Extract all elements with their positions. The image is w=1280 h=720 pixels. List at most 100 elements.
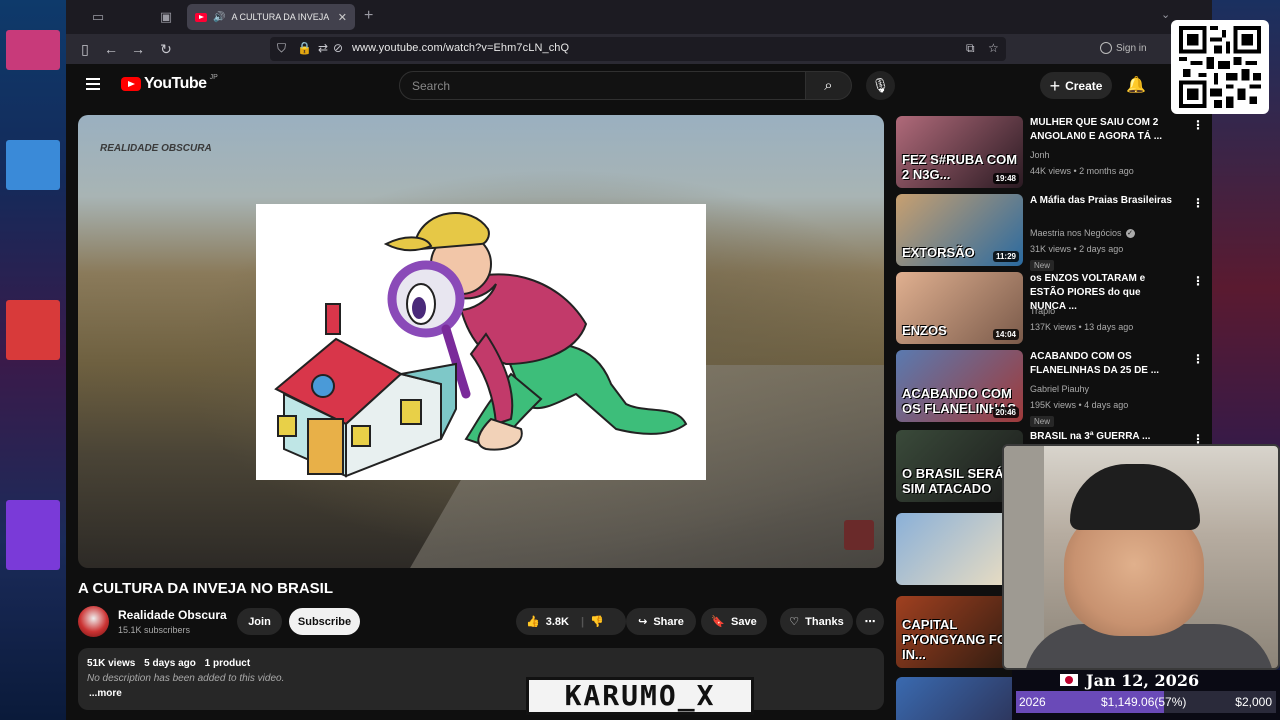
goal-progress-bar: 2026 $1,149.06(57%) $2,000 xyxy=(1016,691,1276,713)
sidebar-toggle-icon[interactable]: ▭ xyxy=(90,9,106,25)
subscriber-count: 15.1K subscribers xyxy=(118,625,191,635)
video-player[interactable]: REALIDADE OBSCURA xyxy=(78,115,884,568)
neon-sign xyxy=(6,500,60,570)
share-button[interactable]: ↪ Share xyxy=(626,608,696,635)
chevron-down-icon[interactable]: ⌄ xyxy=(1161,8,1170,21)
recommendation-thumbnail[interactable]: EXTORSÃO 11:29 xyxy=(896,194,1023,266)
more-options-icon[interactable]: ⋮ xyxy=(1192,274,1204,288)
recommendation-item[interactable]: ACABANDO COM OS FLANELINHAS 20:46 ACABANDO… xyxy=(896,350,1206,427)
recommendation-stats: 137K views • 13 days ago xyxy=(1030,322,1134,332)
save-label: Save xyxy=(731,615,757,628)
tab-overview-icon[interactable]: ▣ xyxy=(158,9,174,25)
recommendation-item[interactable]: ENZOS 14:04 os ENZOS VOLTARAM e ESTÃO PIOR… xyxy=(896,272,1206,344)
recommendation-title[interactable]: BRASIL na 3ª GUERRA ... xyxy=(1030,430,1178,444)
new-badge: New xyxy=(1030,260,1055,271)
account-icon xyxy=(1100,42,1112,54)
recommendation-title[interactable]: A Máfia das Praias Brasileiras xyxy=(1030,194,1178,208)
recommendation-channel[interactable]: Gabriel Piauhy xyxy=(1030,384,1089,394)
stream-background-left xyxy=(0,0,66,720)
channel-name-label: Jonh xyxy=(1030,150,1050,160)
like-count[interactable]: 3.8K xyxy=(546,616,569,628)
permissions-icon[interactable]: ⇄ xyxy=(318,41,328,55)
goal-amount: $1,149.06(57%) xyxy=(1101,695,1187,709)
tab-bar: ▭ ▣ 🔊 A CULTURA DA INVEJA NO BRASIL - Yo… xyxy=(66,0,1212,34)
reload-icon[interactable]: ↻ xyxy=(157,40,175,58)
forward-icon[interactable]: → xyxy=(129,40,147,58)
goal-target: $2,000 xyxy=(1235,695,1272,709)
dislike-icon[interactable]: 👎 xyxy=(590,615,604,628)
more-options-icon[interactable]: ⋮ xyxy=(1192,118,1204,132)
channel-avatar[interactable] xyxy=(78,606,109,637)
youtube-logo[interactable]: YouTube JP xyxy=(121,74,218,93)
speaker-icon[interactable]: 🔊 xyxy=(213,12,225,23)
bookmark-star-icon[interactable]: ☆ xyxy=(988,41,999,55)
recommendation-item[interactable]: FEZ S#RUBA COM 2 N3G... 19:48 MULHER QUE S… xyxy=(896,116,1206,188)
subscribe-button[interactable]: Subscribe xyxy=(289,608,360,635)
thanks-label: Thanks xyxy=(805,615,844,628)
new-tab-icon[interactable]: + xyxy=(364,7,373,25)
recommendation-channel[interactable]: Jonh xyxy=(1030,150,1050,160)
lock-icon[interactable]: 🔒 xyxy=(297,41,312,55)
notifications-icon[interactable]: 🔔 xyxy=(1126,75,1146,95)
recommendation-thumbnail[interactable]: ACABANDO COM OS FLANELINHAS 20:46 xyxy=(896,350,1023,422)
description-meta: 51K views 5 days ago 1 product xyxy=(87,658,256,669)
search-input[interactable]: Search xyxy=(399,71,806,100)
video-illustration xyxy=(256,204,706,480)
video-duration: 19:48 xyxy=(992,173,1019,184)
view-count: 51K views xyxy=(87,658,136,669)
channel-watermark: REALIDADE OBSCURA xyxy=(100,143,212,154)
recommendation-thumbnail[interactable]: APANHOU xyxy=(896,677,1023,720)
sign-in-label: Sign in xyxy=(1116,42,1147,54)
sign-in-button[interactable]: Sign in xyxy=(1100,42,1147,54)
qr-code xyxy=(1171,20,1269,114)
recommendation-thumbnail[interactable]: FEZ S#RUBA COM 2 N3G... 19:48 xyxy=(896,116,1023,188)
recommendation-channel[interactable]: Maestria nos Negócios ✓ xyxy=(1030,228,1135,238)
neon-sign xyxy=(6,300,60,360)
more-actions-button[interactable]: ⋯ xyxy=(856,608,884,635)
recommendation-title[interactable]: MULHER QUE SAIU COM 2 ANGOLAN0 E AGORA T… xyxy=(1030,116,1178,144)
youtube-favicon-icon xyxy=(195,12,207,22)
channel-name-label: Maestria nos Negócios xyxy=(1030,228,1122,238)
upload-age: 5 days ago xyxy=(144,658,196,669)
join-button[interactable]: Join xyxy=(237,608,282,635)
picture-in-picture-icon[interactable]: ⧉ xyxy=(966,41,975,56)
more-options-icon[interactable]: ⋮ xyxy=(1192,352,1204,366)
video-duration: 20:46 xyxy=(992,407,1019,418)
description-box[interactable]: 51K views 5 days ago 1 product No descri… xyxy=(78,648,884,710)
recommendation-title[interactable]: ACABANDO COM OS FLANELINHAS DA 25 DE ... xyxy=(1030,350,1178,378)
create-button[interactable]: + Create xyxy=(1040,72,1112,99)
thanks-icon: ♡ xyxy=(789,616,800,628)
recommendation-stats: 44K views • 2 months ago xyxy=(1030,166,1134,176)
recommendation-channel[interactable]: Trapio xyxy=(1030,306,1055,316)
show-more-link[interactable]: ...more xyxy=(89,688,122,699)
tab-youtube[interactable]: 🔊 A CULTURA DA INVEJA NO BRASIL - YouTub… xyxy=(187,4,355,30)
channel-branding-icon[interactable] xyxy=(844,520,874,550)
menu-icon[interactable] xyxy=(86,78,100,93)
like-icon[interactable]: 👍 xyxy=(526,615,540,628)
url-text: www.youtube.com/watch?v=Ehm7cLN_chQ xyxy=(352,42,570,54)
sidebar-icon[interactable]: ▯ xyxy=(76,40,94,58)
logo-text: YouTube xyxy=(144,75,207,92)
shield-icon[interactable]: ⛉ xyxy=(277,41,286,56)
webcam-wall xyxy=(1004,446,1044,668)
channel-name[interactable]: Realidade Obscura xyxy=(118,608,227,622)
subscribe-label: Subscribe xyxy=(297,615,352,628)
recommendation-stats: 31K views • 2 days ago xyxy=(1030,244,1124,254)
envy-cartoon xyxy=(274,212,688,478)
close-tab-icon[interactable]: ✕ xyxy=(338,11,347,24)
youtube-play-icon xyxy=(121,77,141,91)
create-label: Create xyxy=(1065,78,1103,93)
recommendation-thumbnail[interactable]: ENZOS 14:04 xyxy=(896,272,1023,344)
recommendation-item[interactable]: EXTORSÃO 11:29 A Máfia das Praias Brasilei… xyxy=(896,194,1206,271)
autoplay-blocked-icon[interactable]: ⊘ xyxy=(333,41,343,55)
channel-name-label: Trapio xyxy=(1030,306,1056,316)
more-options-icon[interactable]: ⋮ xyxy=(1192,196,1204,210)
verified-icon: ✓ xyxy=(1125,228,1135,238)
voice-search-button[interactable]: 🎙 xyxy=(866,71,895,100)
address-bar[interactable]: ⛉ 🔒 ⇄ ⊘ www.youtube.com/watch?v=Ehm7cLN_… xyxy=(270,37,1006,61)
search-placeholder: Search xyxy=(412,79,451,93)
save-button[interactable]: 🔖 Save xyxy=(701,608,767,635)
thanks-button[interactable]: ♡ Thanks xyxy=(780,608,853,635)
back-icon[interactable]: ← xyxy=(102,40,120,58)
search-button[interactable]: ⌕ xyxy=(806,71,852,100)
